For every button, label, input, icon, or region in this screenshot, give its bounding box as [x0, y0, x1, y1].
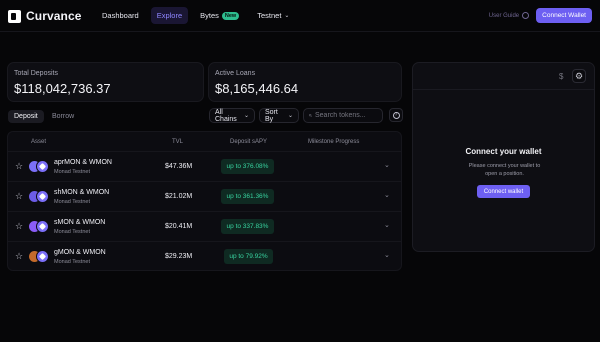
nav-testnet-dropdown[interactable]: Testnet ⌄ [251, 7, 295, 24]
wmon-token-icon [36, 160, 49, 173]
column-header-milestone: Milestone Progress [308, 139, 360, 145]
wmon-token-icon [36, 190, 49, 203]
nav-dashboard[interactable]: Dashboard [96, 7, 145, 24]
token-pair-icon [28, 190, 50, 204]
table-row[interactable]: ☆ gMON & WMON Monad Testnet $29.23M up t… [8, 241, 401, 271]
search-box [303, 108, 383, 123]
settings-button[interactable]: ⚙ [572, 69, 586, 83]
header-actions: User Guide Connect Wallet [489, 8, 592, 23]
markets-table: Asset TVL Deposit sAPY Milestone Progres… [7, 131, 402, 271]
active-loans-label: Active Loans [215, 70, 256, 77]
app-name: Curvance [26, 9, 82, 23]
nav-bytes[interactable]: Bytes New [194, 7, 245, 24]
top-nav-bar: Curvance Dashboard Explore Bytes New Tes… [0, 0, 600, 32]
column-header-apy: Deposit sAPY [230, 139, 268, 145]
apy-badge: up to 361.36% [221, 189, 274, 204]
tab-deposit[interactable]: Deposit [8, 110, 44, 123]
connect-wallet-button[interactable]: Connect Wallet [536, 8, 592, 23]
chain-filter-select[interactable]: All Chains ⌄ [209, 108, 255, 123]
asset-network: Monad Testnet [54, 169, 90, 175]
tvl-value: $29.23M [165, 253, 193, 260]
search-input[interactable] [315, 112, 377, 119]
apy-badge: up to 337.83% [221, 219, 274, 234]
table-header: Asset TVL Deposit sAPY Milestone Progres… [8, 132, 401, 151]
total-deposits-value: $118,042,736.37 [14, 81, 111, 96]
chain-filter-label: All Chains [215, 108, 237, 123]
sort-by-label: Sort By [265, 108, 278, 123]
dollar-icon[interactable]: $ [559, 72, 563, 81]
main-nav: Dashboard Explore Bytes New Testnet ⌄ [96, 7, 295, 24]
info-icon [522, 12, 530, 19]
panel-toolbar: $ ⚙ [413, 63, 594, 90]
logo-icon [8, 9, 21, 23]
token-pair-icon [28, 160, 50, 174]
question-icon: ? [392, 111, 400, 119]
asset-network: Monad Testnet [54, 199, 90, 205]
user-guide-link[interactable]: User Guide [488, 12, 530, 19]
star-icon[interactable]: ☆ [15, 161, 23, 172]
table-row[interactable]: ☆ shMON & WMON Monad Testnet $21.02M up … [8, 181, 401, 211]
column-header-asset: Asset [31, 139, 47, 145]
asset-name: shMON & WMON [54, 189, 110, 196]
chevron-down-icon[interactable]: ⌄ [384, 161, 390, 169]
chevron-down-icon: ⌄ [287, 113, 293, 119]
token-pair-icon [28, 220, 50, 234]
total-deposits-card: Total Deposits $118,042,736.37 [7, 62, 204, 102]
chevron-down-icon[interactable]: ⌄ [384, 191, 390, 199]
chevron-down-icon: ⌄ [243, 113, 249, 119]
apy-badge: up to 376.08% [221, 159, 274, 174]
star-icon[interactable]: ☆ [15, 251, 23, 262]
star-icon[interactable]: ☆ [15, 221, 23, 232]
panel-description: Please connect your wallet to open a pos… [468, 163, 541, 177]
nav-explore[interactable]: Explore [150, 7, 189, 24]
help-button[interactable]: ? [389, 108, 403, 122]
asset-network: Monad Testnet [54, 259, 90, 265]
wmon-token-icon [36, 250, 49, 263]
active-loans-card: Active Loans $8,165,446.64 [208, 62, 402, 102]
new-badge: New [221, 11, 240, 20]
tvl-value: $20.41M [165, 223, 193, 230]
nav-bytes-label: Bytes [200, 11, 219, 20]
tvl-value: $21.02M [165, 193, 193, 200]
search-icon [309, 114, 312, 117]
logo[interactable]: Curvance [8, 9, 82, 23]
table-row[interactable]: ☆ sMON & WMON Monad Testnet $20.41M up t… [8, 211, 401, 241]
star-icon[interactable]: ☆ [15, 191, 23, 202]
wmon-token-icon [36, 220, 49, 233]
panel-connect-wallet-button[interactable]: Connect wallet [477, 185, 530, 198]
sort-by-select[interactable]: Sort By ⌄ [259, 108, 299, 123]
asset-name: aprMON & WMON [54, 159, 112, 166]
asset-network: Monad Testnet [54, 229, 90, 235]
nav-explore-label: Explore [156, 11, 183, 20]
nav-dashboard-label: Dashboard [102, 11, 139, 20]
asset-name: gMON & WMON [54, 249, 106, 256]
table-row[interactable]: ☆ aprMON & WMON Monad Testnet $47.36M up… [8, 151, 401, 181]
asset-name: sMON & WMON [54, 219, 106, 226]
tvl-value: $47.36M [165, 163, 193, 170]
wallet-panel: $ ⚙ Connect your wallet Please connect y… [412, 62, 595, 252]
panel-title: Connect your wallet [465, 147, 542, 156]
column-header-tvl: TVL [172, 139, 184, 145]
apy-badge: up to 79.92% [224, 249, 273, 264]
chevron-down-icon: ⌄ [284, 13, 290, 19]
nav-testnet-label: Testnet [257, 11, 282, 20]
tab-borrow[interactable]: Borrow [46, 110, 80, 123]
active-loans-value: $8,165,446.64 [215, 81, 299, 96]
token-pair-icon [28, 250, 50, 264]
chevron-down-icon[interactable]: ⌄ [384, 221, 390, 229]
chevron-down-icon[interactable]: ⌄ [384, 251, 390, 259]
total-deposits-label: Total Deposits [14, 70, 58, 77]
gear-icon: ⚙ [574, 70, 584, 81]
user-guide-label: User Guide [488, 12, 520, 19]
